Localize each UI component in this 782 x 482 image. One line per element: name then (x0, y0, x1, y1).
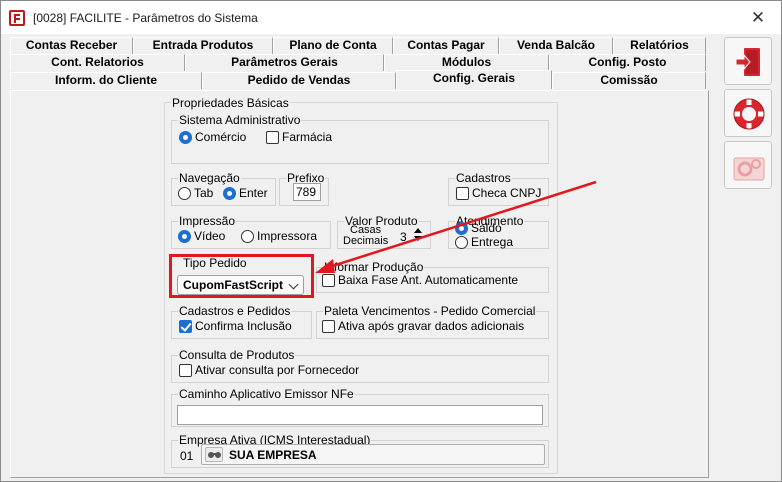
navegacao-tab-label: Tab (194, 186, 214, 200)
impressao-impressora-radio[interactable] (241, 230, 254, 243)
tab-cont-relatorios[interactable]: Cont. Relatorios (10, 54, 185, 71)
comercio-label: Comércio (195, 130, 247, 144)
sistema-administrativo-title: Sistema Administrativo (178, 113, 302, 127)
navegacao-title: Navegação (178, 171, 241, 185)
arrow-line (322, 180, 597, 271)
tipo-pedido-highlight-box (169, 254, 314, 298)
farmacia-label: Farmácia (282, 130, 333, 144)
navegacao-tab-radio[interactable] (178, 187, 191, 200)
exit-door-icon (735, 48, 760, 76)
tab-contas-receber[interactable]: Contas Receber (10, 37, 133, 54)
caminho-nfe-group: Caminho Aplicativo Emissor NFe (171, 388, 549, 427)
confirma-inclusao-label: Confirma Inclusão (195, 319, 292, 333)
settings-button[interactable] (724, 141, 772, 189)
tab-relatorios[interactable]: Relatórios (613, 37, 706, 54)
navegacao-enter-radio[interactable] (223, 187, 236, 200)
paleta-ativa-checkbox[interactable] (322, 320, 335, 333)
tab-parametros-gerais[interactable]: Parâmetros Gerais (185, 54, 384, 71)
help-button[interactable] (724, 89, 772, 137)
farmacia-checkbox[interactable] (266, 131, 279, 144)
parametros-window: [0028] FACILITE - Parâmetros do Sistema … (0, 0, 782, 482)
impressao-video-radio[interactable] (178, 230, 191, 243)
tab-config-gerais[interactable]: Config. Gerais (396, 70, 552, 89)
settings-gears-icon (733, 157, 765, 181)
propriedades-basicas-title: Propriedades Básicas (171, 96, 290, 110)
tab-row-2: Cont. Relatorios Parâmetros Gerais Módul… (10, 54, 706, 71)
confirma-inclusao-checkbox[interactable] (179, 320, 192, 333)
empresa-name: SUA EMPRESA (229, 448, 317, 462)
cadastros-pedidos-title: Cadastros e Pedidos (178, 304, 292, 318)
tab-contas-pagar[interactable]: Contas Pagar (393, 37, 499, 54)
paleta-ativa-label: Ativa após gravar dados adicionais (338, 319, 525, 333)
facilite-app-icon (9, 10, 25, 26)
title-bar: [0028] FACILITE - Parâmetros do Sistema … (1, 1, 781, 34)
impressao-title: Impressão (178, 214, 237, 228)
tab-plano-de-conta[interactable]: Plano de Conta (273, 37, 393, 54)
empresa-ativa-group: Empresa Ativa (ICMS Interestadual) 01 SU… (171, 434, 549, 468)
tab-config-posto[interactable]: Config. Posto (549, 54, 706, 71)
tab-pedido-de-vendas[interactable]: Pedido de Vendas (202, 72, 396, 89)
paleta-vencimentos-group: Paleta Vencimentos - Pedido Comercial At… (316, 305, 549, 339)
lifebuoy-icon (733, 98, 765, 130)
impressao-video-label: Vídeo (194, 229, 226, 243)
comercio-radio[interactable] (179, 131, 192, 144)
tab-venda-balcao[interactable]: Venda Balcão (499, 37, 613, 54)
consulta-fornecedor-checkbox[interactable] (179, 364, 192, 377)
close-button[interactable]: ✕ (741, 6, 775, 30)
tab-inform-do-cliente[interactable]: Inform. do Cliente (10, 72, 202, 89)
annotation-arrow (315, 180, 597, 273)
cadastros-pedidos-group: Cadastros e Pedidos Confirma Inclusão (171, 305, 312, 339)
caminho-nfe-title: Caminho Aplicativo Emissor NFe (178, 387, 355, 401)
navegacao-group: Navegação Tab Enter (171, 172, 276, 206)
config-gerais-panel: Propriedades Básicas Sistema Administrat… (10, 90, 709, 478)
consulta-fornecedor-label: Ativar consulta por Fornecedor (195, 363, 360, 377)
tab-comissao[interactable]: Comissão (552, 72, 706, 89)
consulta-produtos-group: Consulta de Produtos Ativar consulta por… (171, 349, 549, 383)
navegacao-enter-label: Enter (239, 186, 268, 200)
arrow-head-icon (315, 259, 335, 273)
paleta-vencimentos-title: Paleta Vencimentos - Pedido Comercial (323, 304, 537, 318)
binoculars-icon (205, 447, 223, 462)
empresa-selector-button[interactable]: SUA EMPRESA (201, 444, 545, 465)
tab-strip: Contas Receber Entrada Produtos Plano de… (10, 37, 706, 89)
exit-button[interactable] (724, 37, 772, 85)
window-title: [0028] FACILITE - Parâmetros do Sistema (33, 11, 258, 25)
tab-modulos[interactable]: Módulos (384, 54, 549, 71)
caminho-nfe-input[interactable] (177, 405, 543, 425)
sistema-administrativo-group: Sistema Administrativo Comércio Farmácia (171, 114, 549, 164)
consulta-produtos-title: Consulta de Produtos (178, 348, 296, 362)
tab-entrada-produtos[interactable]: Entrada Produtos (133, 37, 273, 54)
tab-row-3: Inform. do Cliente Pedido de Vendas Conf… (10, 70, 706, 89)
empresa-code: 01 (180, 449, 194, 463)
tab-row-1: Contas Receber Entrada Produtos Plano de… (10, 37, 706, 54)
